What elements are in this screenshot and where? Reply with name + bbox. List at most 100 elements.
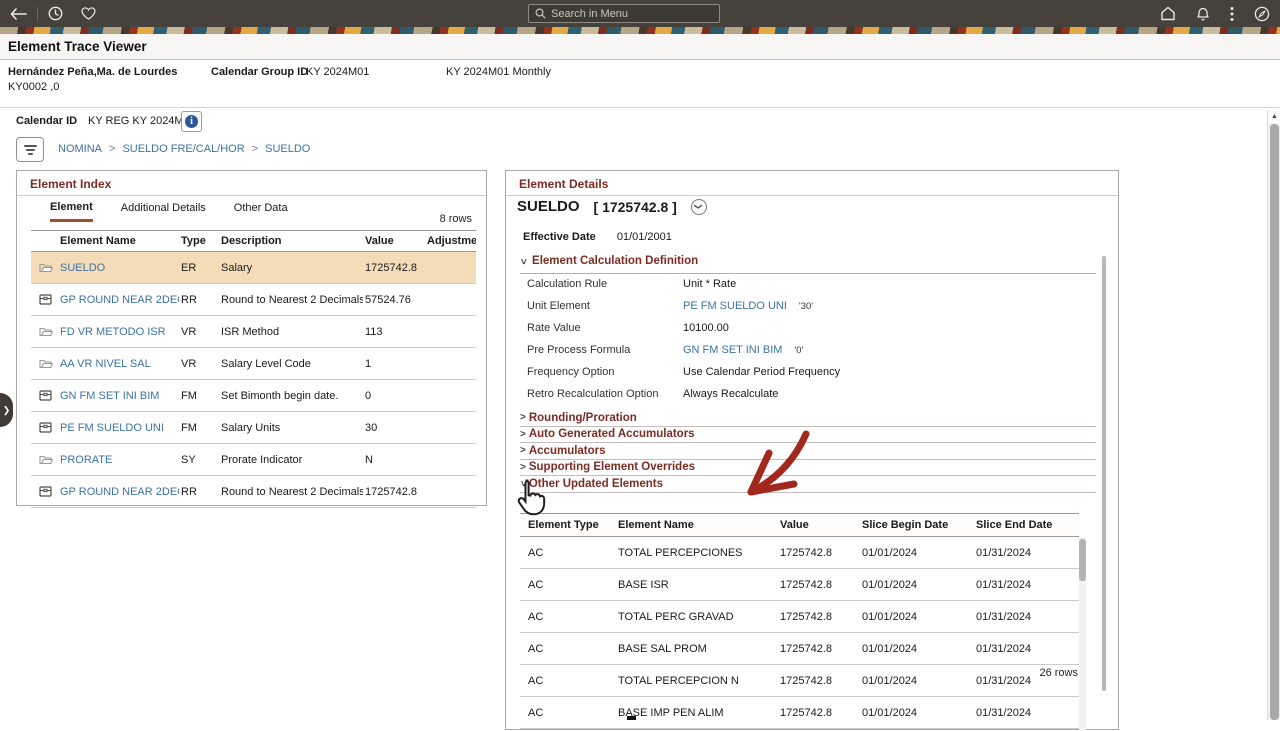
section-auto-generated-accumulators[interactable]: >Auto Generated Accumulators (520, 427, 1096, 444)
column-header: Value (363, 235, 425, 247)
calendar-info-button[interactable]: i (181, 111, 202, 132)
element-name-link[interactable]: FD VR METODO ISR (58, 326, 179, 338)
table-cell: BASE IMP PEN ALIM (618, 707, 780, 719)
row-icon-cell[interactable] (31, 358, 58, 369)
detail-field-row: Pre Process FormulaGN FM SET INI BIM'0' (527, 339, 1096, 361)
table-row[interactable]: GP ROUND NEAR 2DECRRRound to Nearest 2 D… (31, 284, 476, 316)
element-type: VR (179, 326, 219, 338)
breadcrumb-link[interactable]: NOMINA (58, 143, 102, 155)
back-icon[interactable] (10, 8, 27, 20)
row-icon-cell[interactable] (31, 262, 58, 273)
table-cell: 01/31/2024 (976, 547, 1079, 559)
cursor-artifact (627, 716, 636, 720)
table-row[interactable]: ACBASE IMP PEN ALIM1725742.801/01/202401… (520, 697, 1079, 729)
element-value: 57524.76 (363, 294, 425, 306)
table-cell: 1725742.8 (780, 547, 862, 559)
info-icon: i (185, 115, 198, 128)
table-row[interactable]: SUELDOERSalary1725742.8 (31, 252, 476, 284)
table-row[interactable]: PE FM SUELDO UNIFMSalary Units30 (31, 412, 476, 444)
page-scrollbar-thumb[interactable] (1270, 124, 1279, 720)
field-label: Unit Element (527, 300, 683, 312)
section-title: Supporting Element Overrides (529, 461, 695, 473)
table-scrollbar[interactable] (1079, 537, 1086, 731)
breadcrumb-link[interactable]: SUELDO FRE/CAL/HOR (122, 143, 244, 155)
tab-other-data[interactable]: Other Data (234, 202, 288, 220)
navbar-compass-icon[interactable] (1254, 6, 1270, 22)
tab-additional-details[interactable]: Additional Details (121, 202, 206, 220)
effective-date-value: 01/01/2001 (617, 231, 672, 243)
element-description: Prorate Indicator (219, 454, 363, 466)
filter-button[interactable] (16, 137, 44, 162)
table-row[interactable]: ACTOTAL PERCEPCIONES1725742.801/01/20240… (520, 537, 1079, 569)
table-row[interactable]: ACBASE SAL PROM1725742.801/01/202401/31/… (520, 633, 1079, 665)
element-name-link[interactable]: AA VR NIVEL SAL (58, 358, 179, 370)
element-description: Salary Level Code (219, 358, 363, 370)
element-name-link[interactable]: PE FM SUELDO UNI (58, 422, 179, 434)
page-scrollbar[interactable]: ▲ (1267, 110, 1280, 720)
section-accumulators[interactable]: >Accumulators (520, 443, 1096, 460)
element-name-link[interactable]: PRORATE (58, 454, 179, 466)
field-value: Unit * Rate (683, 278, 736, 290)
calendar-group-value: KY 2024M01 (306, 66, 369, 78)
side-panel-handle[interactable]: ❯ (0, 393, 13, 427)
tab-element[interactable]: Element (50, 201, 93, 222)
element-index-row-count: 8 rows (440, 213, 472, 225)
actions-kebab-icon[interactable] (1230, 6, 1234, 22)
panel-scrollbar[interactable] (1102, 256, 1106, 691)
effective-date-row: Effective Date 01/01/2001 (523, 231, 672, 243)
home-icon[interactable] (1160, 6, 1176, 21)
table-cell: 01/31/2024 (976, 579, 1079, 591)
element-name-link[interactable]: GP ROUND NEAR 2DEC (58, 486, 179, 498)
element-name-link[interactable]: SUELDO (58, 262, 179, 274)
notifications-bell-icon[interactable] (1196, 6, 1210, 22)
column-header: Adjustment (425, 235, 476, 247)
search-box[interactable] (528, 4, 720, 23)
field-value-link[interactable]: PE FM SUELDO UNI (683, 300, 787, 312)
breadcrumb-link[interactable]: SUELDO (265, 143, 310, 155)
table-cell: 1725742.8 (780, 675, 862, 687)
row-icon-cell[interactable] (31, 486, 58, 497)
table-row[interactable]: GP ROUND NEAR 2DECRRRound to Nearest 2 D… (31, 476, 476, 508)
search-input[interactable] (551, 8, 701, 20)
scroll-up-arrow[interactable]: ▲ (1268, 110, 1280, 123)
table-row[interactable]: ACTOTAL PERC GRAVAD1725742.801/01/202401… (520, 601, 1079, 633)
element-name-link[interactable]: GP ROUND NEAR 2DEC (58, 294, 179, 306)
table-cell: 1725742.8 (780, 579, 862, 591)
chevron-expanded-icon: > (517, 259, 528, 265)
table-row[interactable]: PRORATESYProrate IndicatorN (31, 444, 476, 476)
section-element-calculation-definition[interactable]: > Element Calculation Definition (520, 255, 1096, 274)
table-row[interactable]: FD VR METODO ISRVRISR Method113 (31, 316, 476, 348)
element-description: ISR Method (219, 326, 363, 338)
section-other-updated-elements[interactable]: >Other Updated Elements (520, 476, 1096, 493)
related-actions-button[interactable]: ❯ (691, 199, 707, 215)
row-icon-cell[interactable] (31, 454, 58, 465)
element-description: Set Bimonth begin date. (219, 390, 363, 402)
recent-clock-icon[interactable] (48, 6, 63, 21)
detail-field-row: Retro Recalculation OptionAlways Recalcu… (527, 383, 1096, 405)
table-scrollbar-thumb[interactable] (1079, 539, 1086, 581)
table-cell: TOTAL PERCEPCION N (618, 675, 780, 687)
table-row[interactable]: ACBASE ISR1725742.801/01/202401/31/2024 (520, 569, 1079, 601)
table-row[interactable]: ACTOTAL PERCEPCION N1725742.801/01/20240… (520, 665, 1079, 697)
table-cell: 1725742.8 (780, 643, 862, 655)
table-row[interactable]: AA VR NIVEL SALVRSalary Level Code1 (31, 348, 476, 380)
chevron-down-icon: ❯ (694, 203, 703, 210)
row-icon-cell[interactable] (31, 390, 58, 401)
favorites-heart-icon[interactable] (81, 7, 96, 20)
section-supporting-element-overrides[interactable]: >Supporting Element Overrides (520, 460, 1096, 477)
field-value-link[interactable]: GN FM SET INI BIM (683, 344, 782, 356)
section-rounding-proration[interactable]: >Rounding/Proration (520, 410, 1096, 427)
table-cell: AC (528, 643, 618, 655)
chevron-expanded-icon: > (517, 481, 528, 487)
row-icon-cell[interactable] (31, 326, 58, 337)
table-row[interactable]: GN FM SET INI BIMFMSet Bimonth begin dat… (31, 380, 476, 412)
row-icon-cell[interactable] (31, 294, 58, 305)
row-icon-cell[interactable] (31, 422, 58, 433)
calculation-fields: Calculation RuleUnit * RateUnit ElementP… (527, 273, 1096, 405)
chevron-collapsed-icon: > (520, 445, 526, 456)
table-cell: 01/31/2024 (976, 643, 1079, 655)
element-name-link[interactable]: GN FM SET INI BIM (58, 390, 179, 402)
table-cell: 1725742.8 (780, 707, 862, 719)
element-heading: SUELDO [ 1725742.8 ] ❯ (517, 198, 707, 215)
other-updated-elements-table: Element TypeElement NameValueSlice Begin… (520, 513, 1079, 729)
